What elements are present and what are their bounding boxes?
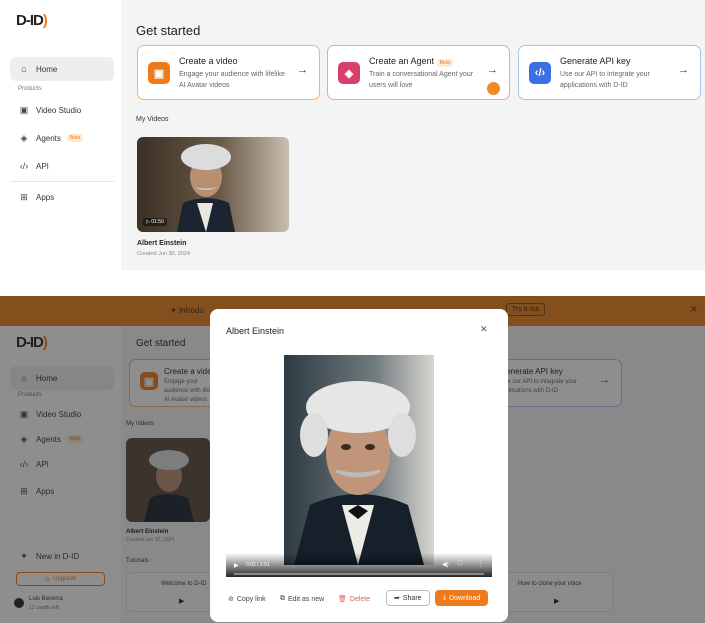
video-preview-modal: Albert Einstein ✕ ▶ 0:02 / 1:51 ◀) ⛶ ⋮ ⊘… bbox=[210, 309, 508, 622]
home-icon: ⌂ bbox=[21, 64, 27, 74]
video-icon: ▣ bbox=[148, 62, 170, 84]
main-content: Get started ▣ Create a video Engage your… bbox=[121, 0, 705, 270]
products-label: Products bbox=[18, 86, 42, 92]
link-icon: ⊘ bbox=[228, 596, 234, 603]
divider bbox=[10, 181, 114, 182]
video-studio-icon: ▣ bbox=[19, 104, 29, 115]
beta-badge: Beta bbox=[436, 59, 453, 67]
cursor-dot bbox=[487, 82, 500, 95]
video-controls: ▶ 0:02 / 1:51 ◀) ⛶ ⋮ bbox=[226, 553, 492, 577]
page-title: Get started bbox=[136, 23, 201, 38]
edit-icon: ⧉ bbox=[280, 595, 285, 602]
einstein-portrait-image bbox=[284, 355, 434, 565]
card-description: Train a conversational Agent your users … bbox=[369, 71, 474, 89]
sidebar-item-agents[interactable]: ◈ Agents Beta bbox=[10, 126, 114, 150]
card-description: Use our API to integrate your applicatio… bbox=[560, 71, 650, 89]
arrow-right-icon: → bbox=[678, 64, 689, 76]
download-button[interactable]: ⤓ Download bbox=[435, 590, 489, 606]
more-options-icon[interactable]: ⋮ bbox=[478, 561, 484, 568]
create-video-card[interactable]: ▣ Create a video Engage your audience wi… bbox=[137, 45, 320, 100]
delete-button[interactable]: 🗑 Delete bbox=[338, 595, 370, 604]
card-description: Engage your audience with lifelike AI Av… bbox=[179, 71, 285, 89]
download-icon: ⤓ bbox=[443, 594, 447, 601]
top-screenshot: D-ID) ⌂ Home Products ▣ Video Studio ◈ Agen… bbox=[0, 0, 705, 270]
did-logo[interactable]: D-ID) bbox=[16, 12, 48, 29]
create-agent-card[interactable]: ◈ Create an Agent Beta Train a conversat… bbox=[327, 45, 510, 100]
sidebar: D-ID) ⌂ Home Products ▣ Video Studio ◈ Agen… bbox=[0, 0, 121, 270]
sidebar-item-label: Apps bbox=[36, 192, 55, 202]
agent-icon: ◈ bbox=[338, 62, 360, 84]
progress-track[interactable] bbox=[234, 573, 484, 575]
modal-title: Albert Einstein bbox=[226, 326, 285, 336]
edit-as-new-button[interactable]: ⧉ Edit as new bbox=[280, 595, 324, 603]
card-title: Create an Agent Beta bbox=[369, 56, 453, 67]
sidebar-item-label: Home bbox=[36, 64, 58, 74]
video-timestamp: 0:02 / 1:51 bbox=[246, 562, 270, 568]
card-title: Create a video bbox=[179, 56, 238, 66]
my-videos-label: My Videos bbox=[136, 116, 169, 123]
video-title: Albert Einstein bbox=[137, 240, 187, 247]
sidebar-item-video-studio[interactable]: ▣ Video Studio bbox=[10, 98, 114, 122]
card-title: Generate API key bbox=[560, 56, 631, 66]
code-icon: ‹/› bbox=[19, 161, 29, 171]
fullscreen-icon[interactable]: ⛶ bbox=[458, 561, 462, 568]
arrow-right-icon: → bbox=[487, 64, 498, 76]
agents-icon: ◈ bbox=[20, 132, 28, 143]
beta-badge: Beta bbox=[66, 134, 84, 142]
play-icon[interactable]: ▶ bbox=[234, 562, 239, 569]
duration-badge: ▷ 01:50 bbox=[143, 218, 167, 226]
sidebar-item-home[interactable]: ⌂ Home bbox=[10, 57, 114, 81]
video-created-date: Created Jun 30, 2024 bbox=[137, 251, 190, 257]
copy-link-button[interactable]: ⊘ Copy link bbox=[228, 595, 266, 604]
volume-icon[interactable]: ◀) bbox=[442, 561, 449, 568]
video-thumbnail[interactable]: ▷ 01:50 bbox=[137, 137, 289, 232]
sidebar-item-label: Agents bbox=[36, 133, 61, 143]
arrow-right-icon: → bbox=[297, 64, 308, 76]
apps-grid-icon: ⊞ bbox=[20, 191, 28, 202]
video-player[interactable] bbox=[284, 355, 434, 565]
sidebar-item-api[interactable]: ‹/› API bbox=[10, 154, 114, 178]
sidebar-item-label: API bbox=[36, 161, 49, 171]
generate-api-key-card[interactable]: ‹/› Generate API key Use our API to inte… bbox=[518, 45, 701, 100]
code-icon: ‹/› bbox=[529, 62, 551, 84]
bottom-screenshot: D-ID) ⌂Home Products ▣Video Studio ◈Agen… bbox=[0, 296, 705, 623]
sidebar-item-apps[interactable]: ⊞ Apps bbox=[10, 185, 114, 209]
share-button[interactable]: ➦ Share bbox=[386, 590, 430, 606]
sidebar-item-label: Video Studio bbox=[36, 105, 82, 115]
share-icon: ➦ bbox=[394, 595, 400, 602]
trash-icon: 🗑 bbox=[338, 596, 347, 603]
close-icon[interactable]: ✕ bbox=[480, 324, 488, 335]
